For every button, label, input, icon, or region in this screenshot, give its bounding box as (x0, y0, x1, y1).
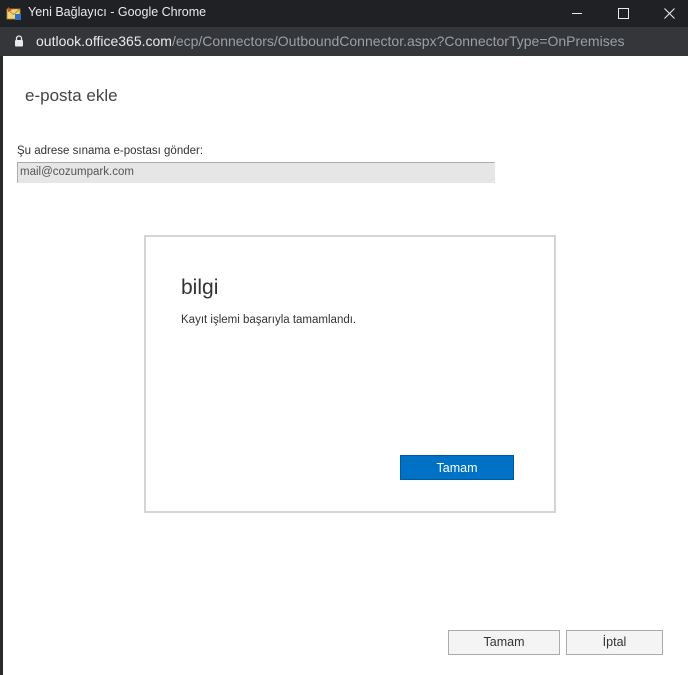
window-left-border (0, 56, 3, 675)
info-dialog: bilgi Kayıt işlemi başarıyla tamamlandı.… (144, 235, 556, 513)
app-icon (6, 7, 21, 20)
test-email-label: Şu adrese sınama e-postası gönder: (17, 145, 204, 157)
minimize-button[interactable] (554, 0, 600, 27)
close-icon (663, 8, 675, 19)
maximize-icon (617, 8, 629, 19)
close-button[interactable] (646, 0, 688, 27)
test-email-input[interactable]: mail@cozumpark.com (17, 162, 495, 183)
lock-icon (15, 35, 23, 47)
dialog-title: bilgi (181, 276, 219, 299)
page-content: e-posta ekle Şu adrese sınama e-postası … (0, 56, 688, 675)
page-title: e-posta ekle (25, 86, 118, 105)
url-host: outlook.office365.com (36, 33, 172, 49)
ok-button[interactable]: Tamam (448, 630, 560, 655)
cancel-button[interactable]: İptal (566, 630, 663, 655)
url-path: /ecp/Connectors/OutboundConnector.aspx?C… (171, 33, 625, 49)
minimize-icon (571, 13, 582, 14)
dialog-ok-button[interactable]: Tamam (400, 455, 514, 480)
window-title: Yeni Bağlayıcı - Google Chrome (28, 5, 207, 19)
maximize-button[interactable] (600, 0, 646, 27)
dialog-message: Kayıt işlemi başarıyla tamamlandı. (181, 314, 357, 326)
address-bar[interactable]: outlook.office365.com/ecp/Connectors/Out… (0, 27, 688, 56)
window-title-bar: Yeni Bağlayıcı - Google Chrome (0, 0, 688, 27)
url-text[interactable]: outlook.office365.com/ecp/Connectors/Out… (36, 33, 625, 49)
